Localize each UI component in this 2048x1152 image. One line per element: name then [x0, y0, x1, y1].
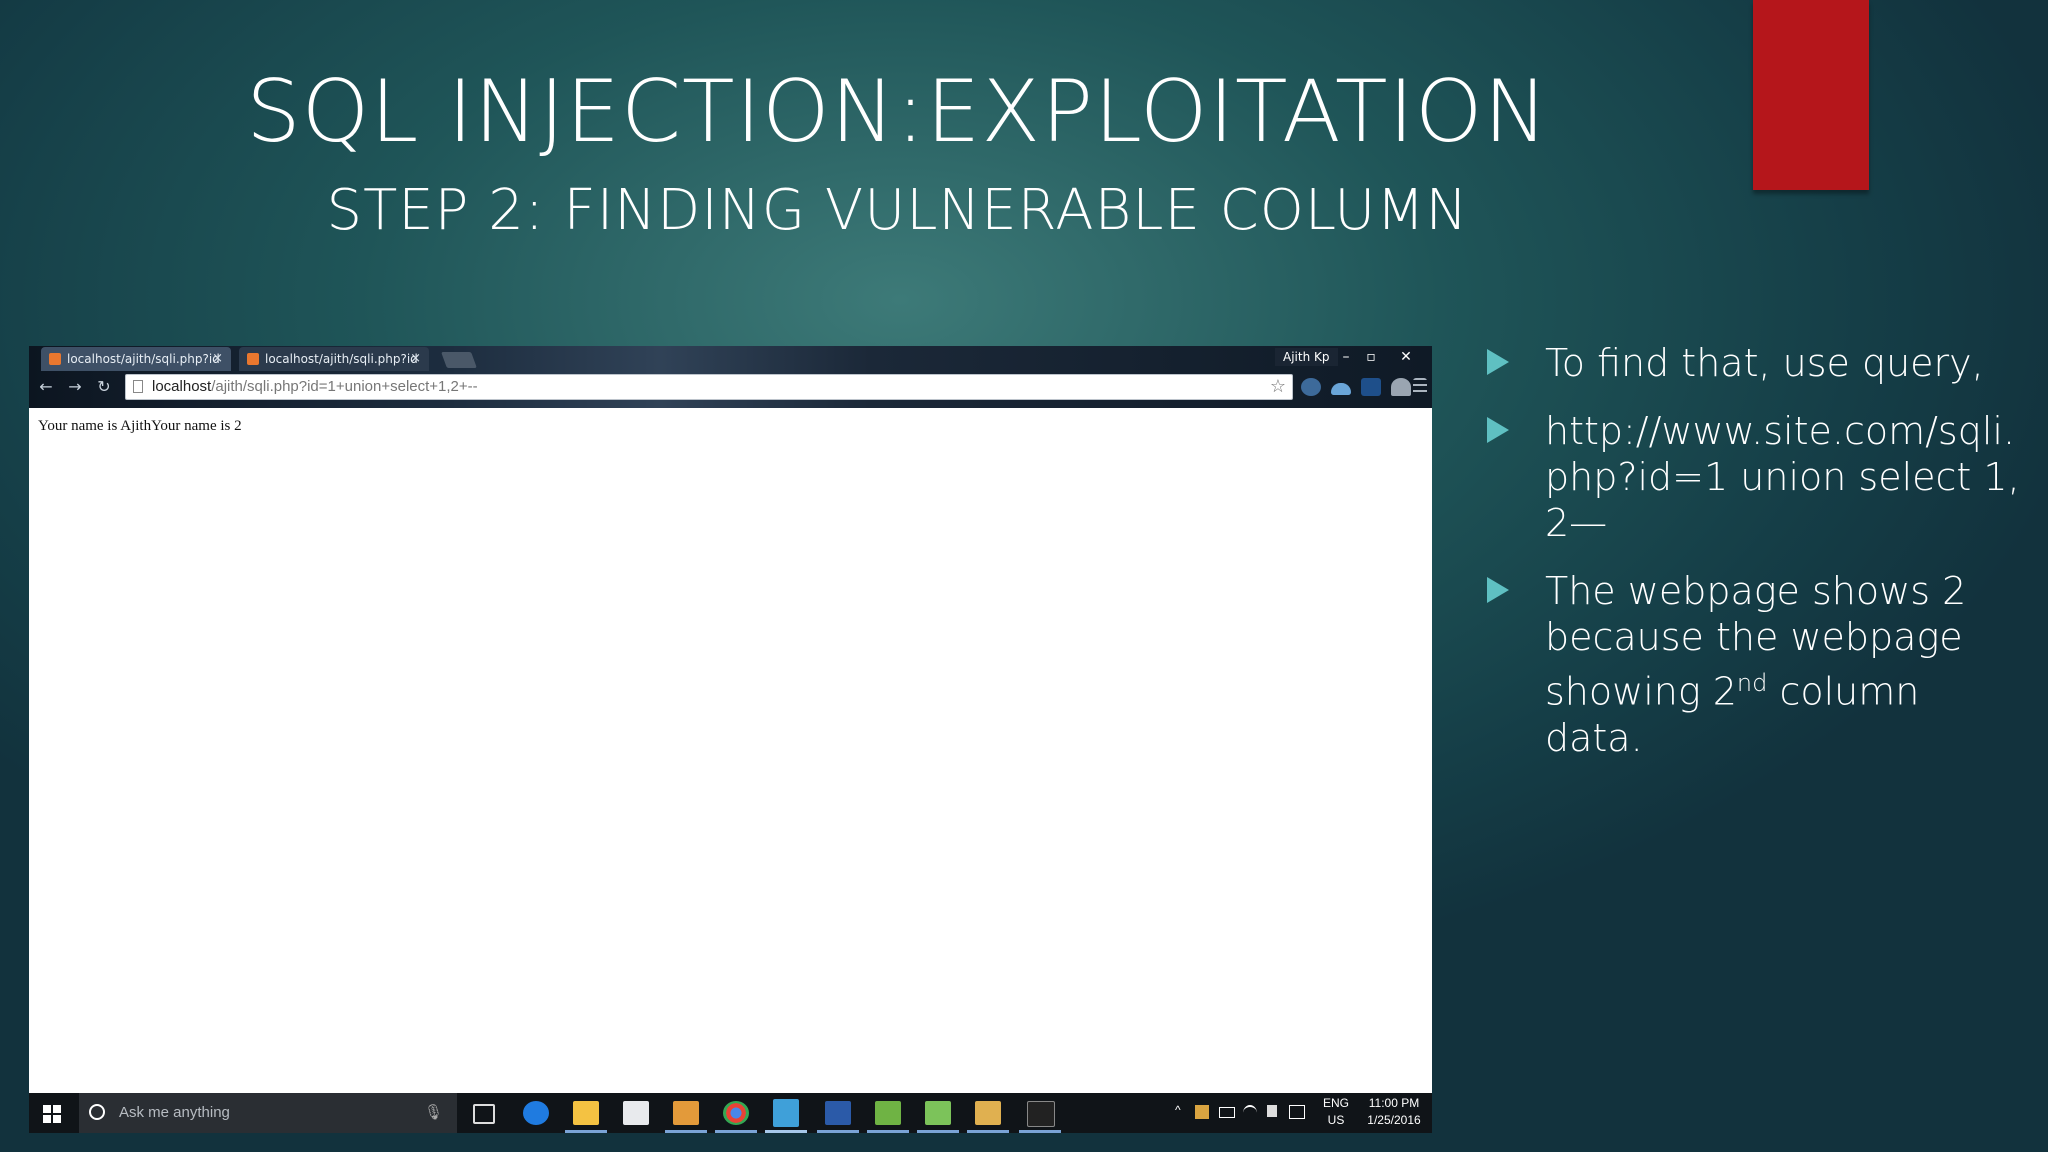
camtasia-icon[interactable]: [773, 1099, 799, 1127]
wifi-icon[interactable]: [1243, 1105, 1257, 1121]
language-indicator[interactable]: ENG US: [1319, 1095, 1353, 1129]
word-icon[interactable]: [825, 1101, 851, 1125]
file-explorer-icon[interactable]: [573, 1101, 599, 1125]
terminal-icon[interactable]: [1027, 1101, 1055, 1127]
bullet-item: The webpage shows 2 because the webpage …: [1487, 568, 2027, 761]
forward-button[interactable]: →: [64, 376, 86, 398]
close-window-button[interactable]: ✕: [1391, 346, 1421, 368]
paint-icon[interactable]: [975, 1101, 1001, 1125]
active-indicator: [867, 1130, 909, 1133]
bullet-arrow-icon: [1487, 349, 1509, 375]
search-placeholder: Ask me anything: [119, 1104, 230, 1121]
browser-chrome: localhost/ajith/sqli.php?id × localhost/…: [29, 346, 1432, 408]
tray-chevron-icon[interactable]: ^: [1175, 1103, 1181, 1117]
tab-label: localhost/ajith/sqli.php?id: [67, 352, 220, 366]
microphone-icon[interactable]: 🎙: [424, 1103, 443, 1121]
cloud-icon[interactable]: [1331, 383, 1351, 395]
close-icon[interactable]: ×: [212, 347, 223, 371]
cortana-icon: [89, 1104, 105, 1120]
browser-screenshot: localhost/ajith/sqli.php?id × localhost/…: [29, 346, 1432, 1133]
tab-label: localhost/ajith/sqli.php?id: [265, 352, 418, 366]
menu-icon[interactable]: [1413, 378, 1427, 396]
page-icon: [133, 380, 143, 393]
tray-app-icon[interactable]: [1195, 1105, 1209, 1119]
edge-icon[interactable]: [523, 1101, 549, 1125]
store-icon[interactable]: [623, 1101, 649, 1125]
new-tab-button[interactable]: [441, 352, 477, 368]
restore-button[interactable]: ▫: [1356, 346, 1386, 368]
bullet-item: To find that, use query,: [1487, 340, 2027, 386]
address-bar[interactable]: localhost/ajith/sqli.php?id=1+union+sele…: [125, 374, 1293, 400]
active-indicator: [1019, 1130, 1061, 1133]
close-icon[interactable]: ×: [410, 347, 421, 371]
url-text: localhost/ajith/sqli.php?id=1+union+sele…: [152, 378, 478, 395]
active-indicator: [817, 1130, 859, 1133]
reload-button[interactable]: ↻: [93, 376, 115, 398]
bullet-arrow-icon: [1487, 577, 1509, 603]
favicon-icon: [49, 353, 61, 365]
bullet-list: To find that, use query, http://www.site…: [1487, 340, 2027, 783]
notepad-icon[interactable]: [925, 1101, 951, 1125]
favicon-icon: [247, 353, 259, 365]
active-indicator: [715, 1130, 757, 1133]
active-indicator: [917, 1130, 959, 1133]
active-indicator: [565, 1130, 607, 1133]
slide-title: SQL INJECTION:EXPLOITATION: [246, 62, 1549, 162]
notification-icon[interactable]: [1289, 1105, 1305, 1119]
taskbar: Ask me anything 🎙 ^ ENG US 11:00 PM 1/25…: [29, 1093, 1432, 1133]
back-button[interactable]: ←: [35, 376, 57, 398]
globe-icon[interactable]: [1301, 378, 1321, 396]
bullet-item: http://www.site.com/sqli.php?id=1 union …: [1487, 408, 2027, 546]
active-indicator: [665, 1130, 707, 1133]
task-view-icon[interactable]: [473, 1104, 495, 1124]
profile-name[interactable]: Ajith Kp: [1275, 348, 1338, 366]
battery-icon[interactable]: [1219, 1107, 1235, 1118]
chrome-icon[interactable]: [723, 1101, 749, 1125]
download-icon[interactable]: [875, 1101, 901, 1125]
page-output-text: Your name is AjithYour name is 2: [38, 418, 242, 434]
page-content: Your name is AjithYour name is 2: [29, 408, 1432, 1089]
bullet-arrow-icon: [1487, 417, 1509, 443]
volume-icon[interactable]: [1267, 1105, 1277, 1117]
media-icon[interactable]: [673, 1101, 699, 1125]
active-indicator: [765, 1130, 807, 1133]
cortana-search[interactable]: Ask me anything 🎙: [79, 1093, 457, 1133]
chart-icon[interactable]: [1361, 378, 1381, 396]
person-icon[interactable]: [1391, 378, 1411, 396]
tab-1[interactable]: localhost/ajith/sqli.php?id ×: [41, 347, 231, 371]
active-indicator: [967, 1130, 1009, 1133]
clock[interactable]: 11:00 PM 1/25/2016: [1359, 1095, 1429, 1129]
tab-2[interactable]: localhost/ajith/sqli.php?id ×: [239, 347, 429, 371]
bookmark-star-icon[interactable]: ☆: [1270, 376, 1286, 397]
slide-subtitle: STEP 2: FINDING VULNERABLE COLUMN: [326, 178, 1469, 243]
windows-start-icon[interactable]: [43, 1105, 61, 1123]
